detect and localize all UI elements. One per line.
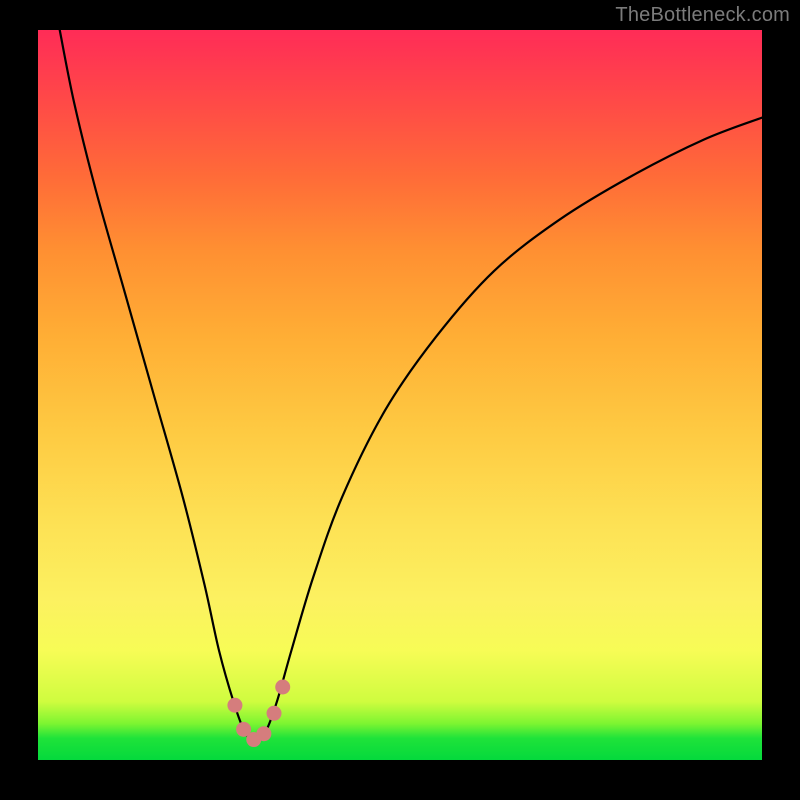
plot-area [38,30,762,760]
chart-frame: TheBottleneck.com [0,0,800,800]
curve-marker [275,680,290,695]
curve-marker [227,698,242,713]
bottleneck-curve [60,30,762,742]
curve-marker [267,706,282,721]
curve-marker [256,726,271,741]
watermark-text: TheBottleneck.com [615,4,790,27]
curve-svg [38,30,762,760]
